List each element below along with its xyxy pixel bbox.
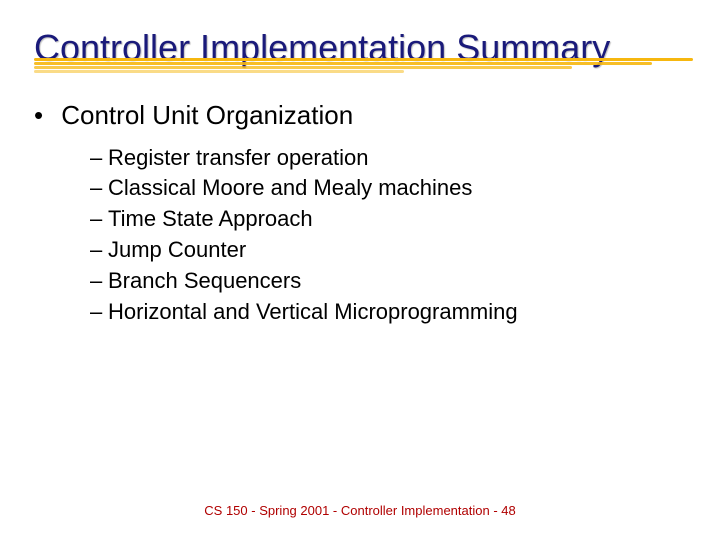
item-text: Time State Approach bbox=[108, 206, 313, 231]
section-items: –Register transfer operation –Classical … bbox=[90, 143, 686, 328]
list-item: –Horizontal and Vertical Microprogrammin… bbox=[90, 297, 686, 328]
section-heading-row: • Control Unit Organization bbox=[34, 100, 686, 131]
slide-title: Controller Implementation Summary bbox=[34, 28, 686, 68]
list-item: –Time State Approach bbox=[90, 204, 686, 235]
item-text: Branch Sequencers bbox=[108, 268, 301, 293]
dash-icon: – bbox=[90, 235, 108, 266]
dash-icon: – bbox=[90, 297, 108, 328]
item-text: Register transfer operation bbox=[108, 145, 368, 170]
item-text: Horizontal and Vertical Microprogramming bbox=[108, 299, 518, 324]
dash-icon: – bbox=[90, 143, 108, 174]
list-item: –Classical Moore and Mealy machines bbox=[90, 173, 686, 204]
list-item: –Branch Sequencers bbox=[90, 266, 686, 297]
item-text: Classical Moore and Mealy machines bbox=[108, 175, 472, 200]
dash-icon: – bbox=[90, 204, 108, 235]
item-text: Jump Counter bbox=[108, 237, 246, 262]
dash-icon: – bbox=[90, 266, 108, 297]
section-heading: Control Unit Organization bbox=[61, 100, 353, 130]
dash-icon: – bbox=[90, 173, 108, 204]
list-item: –Register transfer operation bbox=[90, 143, 686, 174]
title-block: Controller Implementation Summary bbox=[34, 28, 686, 68]
slide-footer: CS 150 - Spring 2001 - Controller Implem… bbox=[0, 503, 720, 518]
slide: Controller Implementation Summary • Cont… bbox=[0, 0, 720, 540]
list-item: –Jump Counter bbox=[90, 235, 686, 266]
bullet-icon: • bbox=[34, 100, 54, 131]
